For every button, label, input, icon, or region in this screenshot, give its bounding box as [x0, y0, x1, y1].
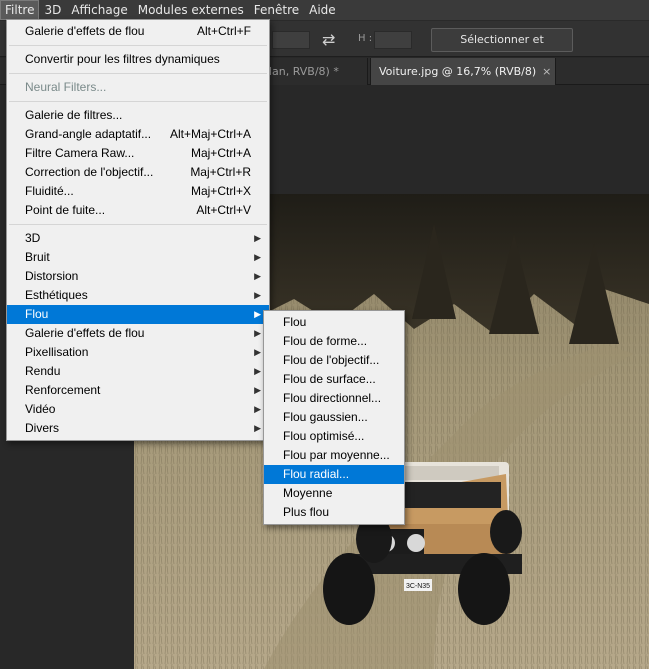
select-and-mask-button[interactable]: Sélectionner et masquer...	[431, 28, 573, 68]
tab-label: Voiture.jpg @ 16,7% (RVB/8)	[379, 65, 537, 78]
menu-separator	[9, 73, 267, 74]
menu-item-label: Rendu	[25, 364, 61, 378]
submenu-arrow-icon: ▶	[254, 309, 261, 319]
menu-separator	[9, 45, 267, 46]
submenu-item-flou-radial[interactable]: Flou radial...	[264, 465, 404, 484]
menu-item-label: Correction de l'objectif...	[25, 165, 154, 179]
menu-item-label: Divers	[25, 421, 60, 435]
submenu-item-flou-optimise[interactable]: Flou optimisé...	[264, 427, 404, 446]
menu-item-galerie-effets-flou-top[interactable]: Galerie d'effets de flou Alt+Ctrl+F	[7, 22, 269, 41]
menu-bar: Filtre 3D Affichage Modules externes Fen…	[0, 0, 649, 20]
submenu-arrow-icon: ▶	[254, 271, 261, 281]
menu-item-3d[interactable]: 3D ▶	[7, 229, 269, 248]
shortcut-label: Maj+Ctrl+X	[190, 184, 251, 198]
menu-item-label: Distorsion	[25, 269, 79, 283]
menu-item-galerie-filtres[interactable]: Galerie de filtres...	[7, 106, 269, 125]
submenu-arrow-icon: ▶	[254, 328, 261, 338]
menu-separator	[9, 101, 267, 102]
submenu-item-flou-surface[interactable]: Flou de surface...	[264, 370, 404, 389]
submenu-item-flou-objectif[interactable]: Flou de l'objectif...	[264, 351, 404, 370]
menu-filtre[interactable]: Filtre	[0, 0, 40, 20]
menu-separator	[9, 224, 267, 225]
submenu-arrow-icon: ▶	[254, 404, 261, 414]
menu-item-label: Grand-angle adaptatif...	[25, 127, 152, 141]
close-icon[interactable]: ×	[542, 65, 551, 78]
menu-item-label: Flou	[25, 307, 49, 321]
submenu-item-flou-directionnel[interactable]: Flou directionnel...	[264, 389, 404, 408]
submenu-arrow-icon: ▶	[254, 347, 261, 357]
submenu-arrow-icon: ▶	[254, 423, 261, 433]
menu-item-fluidite[interactable]: Fluidité... Maj+Ctrl+X	[7, 182, 269, 201]
menu-item-point-de-fuite[interactable]: Point de fuite... Alt+Ctrl+V	[7, 201, 269, 220]
menu-item-label: Vidéo	[25, 402, 56, 416]
submenu-arrow-icon: ▶	[254, 290, 261, 300]
submenu-item-flou-de-forme[interactable]: Flou de forme...	[264, 332, 404, 351]
menu-aide[interactable]: Aide	[304, 0, 341, 20]
menu-item-label: Esthétiques	[25, 288, 88, 302]
submenu-arrow-icon: ▶	[254, 366, 261, 376]
menu-item-renforcement[interactable]: Renforcement ▶	[7, 381, 269, 400]
submenu-item-plus-flou[interactable]: Plus flou	[264, 503, 404, 522]
menu-item-label: Galerie d'effets de flou	[25, 326, 145, 340]
menu-item-flou[interactable]: Flou ▶	[7, 305, 269, 324]
submenu-item-flou[interactable]: Flou	[264, 313, 404, 332]
menu-item-label: Point de fuite...	[25, 203, 106, 217]
submenu-arrow-icon: ▶	[254, 385, 261, 395]
height-field[interactable]	[374, 31, 412, 49]
menu-item-correction-objectif[interactable]: Correction de l'objectif... Maj+Ctrl+R	[7, 163, 269, 182]
menu-item-camera-raw[interactable]: Filtre Camera Raw... Maj+Ctrl+A	[7, 144, 269, 163]
menu-item-bruit[interactable]: Bruit ▶	[7, 248, 269, 267]
swap-icon[interactable]: ⇄	[322, 30, 335, 49]
menu-fenetre[interactable]: Fenêtre	[249, 0, 304, 20]
tab-voiture[interactable]: Voiture.jpg @ 16,7% (RVB/8) ×	[370, 58, 556, 85]
menu-item-video[interactable]: Vidéo ▶	[7, 400, 269, 419]
menu-item-distorsion[interactable]: Distorsion ▶	[7, 267, 269, 286]
menu-item-label: Galerie de filtres...	[25, 108, 123, 122]
menu-item-label: Renforcement	[25, 383, 101, 397]
menu-item-divers[interactable]: Divers ▶	[7, 419, 269, 438]
license-plate: 3C-N35	[406, 583, 430, 590]
submenu-item-flou-par-moyenne[interactable]: Flou par moyenne...	[264, 446, 404, 465]
menu-item-rendu[interactable]: Rendu ▶	[7, 362, 269, 381]
submenu-item-flou-gaussien[interactable]: Flou gaussien...	[264, 408, 404, 427]
blur-submenu: Flou Flou de forme... Flou de l'objectif…	[263, 310, 405, 525]
submenu-arrow-icon: ▶	[254, 233, 261, 243]
menu-item-label: Filtre Camera Raw...	[25, 146, 135, 160]
width-field[interactable]	[272, 31, 310, 49]
height-label: H :	[358, 33, 373, 44]
shortcut-label: Alt+Ctrl+F	[196, 24, 251, 38]
menu-item-label: Fluidité...	[25, 184, 74, 198]
menu-item-label: Pixellisation	[25, 345, 89, 359]
menu-item-label: Bruit	[25, 250, 50, 264]
menu-item-label: Convertir pour les filtres dynamiques	[25, 52, 220, 66]
menu-3d[interactable]: 3D	[39, 0, 66, 20]
shortcut-label: Maj+Ctrl+A	[190, 146, 251, 160]
menu-item-galerie-effets-flou[interactable]: Galerie d'effets de flou ▶	[7, 324, 269, 343]
menu-item-neural-filters[interactable]: Neural Filters...	[7, 78, 269, 97]
menu-item-esthetiques[interactable]: Esthétiques ▶	[7, 286, 269, 305]
tab-label: -plan, RVB/8) *	[258, 65, 339, 78]
menu-item-label: Galerie d'effets de flou	[25, 24, 145, 38]
shortcut-label: Alt+Maj+Ctrl+A	[169, 127, 251, 141]
shortcut-label: Alt+Ctrl+V	[196, 203, 251, 217]
filter-menu: Galerie d'effets de flou Alt+Ctrl+F Conv…	[6, 19, 270, 441]
submenu-arrow-icon: ▶	[254, 252, 261, 262]
menu-item-grand-angle[interactable]: Grand-angle adaptatif... Alt+Maj+Ctrl+A	[7, 125, 269, 144]
menu-item-pixellisation[interactable]: Pixellisation ▶	[7, 343, 269, 362]
menu-item-label: Neural Filters...	[25, 80, 107, 94]
submenu-item-moyenne[interactable]: Moyenne	[264, 484, 404, 503]
menu-modules-externes[interactable]: Modules externes	[133, 0, 249, 20]
menu-item-convertir-filtres-dynamiques[interactable]: Convertir pour les filtres dynamiques	[7, 50, 269, 69]
shortcut-label: Maj+Ctrl+R	[190, 165, 251, 179]
menu-affichage[interactable]: Affichage	[66, 0, 132, 20]
menu-item-label: 3D	[25, 231, 41, 245]
